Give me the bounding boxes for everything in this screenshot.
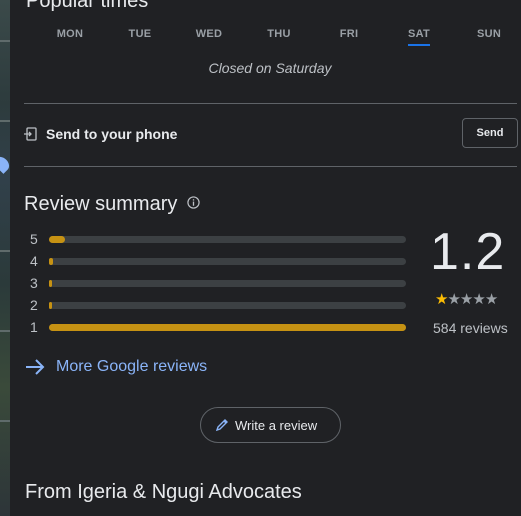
send-to-phone-row: Send to your phone Send bbox=[24, 118, 518, 150]
send-to-phone-label[interactable]: Send to your phone bbox=[46, 126, 177, 142]
map-pin-icon[interactable] bbox=[0, 154, 10, 174]
rating-bar-label: 4 bbox=[30, 253, 38, 269]
star-empty-icon: ★ bbox=[447, 291, 460, 308]
popular-times-heading: Popular times bbox=[26, 0, 149, 12]
star-empty-icon: ★ bbox=[484, 291, 498, 308]
tab-thursday[interactable]: THU bbox=[257, 28, 301, 40]
star-empty-icon: ★ bbox=[459, 291, 473, 308]
rating-bar-fill bbox=[49, 236, 65, 243]
rating-bar-fill bbox=[49, 324, 406, 331]
more-reviews-label: More Google reviews bbox=[56, 358, 208, 375]
review-summary-title: Review summary bbox=[24, 193, 178, 215]
rating-bar-row[interactable]: 3 bbox=[30, 272, 410, 294]
rating-bar-fill bbox=[49, 258, 53, 265]
map-road bbox=[0, 330, 10, 332]
star-empty-icon: ★ bbox=[472, 291, 485, 308]
map-road bbox=[0, 420, 10, 422]
rating-bar-track bbox=[49, 324, 406, 331]
rating-bar-track bbox=[49, 258, 406, 265]
rating-bar-row[interactable]: 4 bbox=[30, 250, 410, 272]
map-road bbox=[0, 40, 10, 42]
write-review-label: Write a review bbox=[235, 418, 318, 433]
average-rating: 1.2 bbox=[430, 223, 506, 281]
rating-bar-label: 5 bbox=[30, 231, 38, 247]
rating-stars: ★★★★★ bbox=[435, 290, 498, 308]
divider bbox=[24, 103, 517, 104]
divider bbox=[24, 166, 517, 167]
send-to-phone-icon bbox=[24, 127, 37, 141]
day-tabs: MON TUE WED THU FRI SAT SUN bbox=[48, 28, 518, 48]
rating-bar-row[interactable]: 5 bbox=[30, 228, 410, 250]
review-count-link[interactable]: 584 reviews bbox=[433, 320, 508, 336]
pencil-icon bbox=[215, 419, 228, 432]
rating-bar-track bbox=[49, 280, 406, 287]
rating-bar-fill bbox=[49, 302, 52, 309]
star-filled-icon: ★ bbox=[435, 291, 448, 308]
map-edge[interactable] bbox=[0, 0, 10, 516]
tab-saturday[interactable]: SAT bbox=[397, 28, 441, 46]
closed-notice: Closed on Saturday bbox=[208, 60, 332, 76]
map-road bbox=[0, 250, 10, 252]
rating-bar-row[interactable]: 2 bbox=[30, 294, 410, 316]
tab-wednesday[interactable]: WED bbox=[187, 28, 231, 40]
from-business-title: From Igeria & Ngugi Advocates bbox=[25, 481, 302, 503]
rating-bar-label: 3 bbox=[30, 275, 38, 291]
tab-tuesday[interactable]: TUE bbox=[118, 28, 162, 40]
info-icon[interactable] bbox=[187, 196, 200, 209]
tab-sunday[interactable]: SUN bbox=[467, 28, 511, 40]
map-road bbox=[0, 120, 10, 122]
rating-bar-row[interactable]: 1 bbox=[30, 316, 410, 338]
rating-bar-track bbox=[49, 236, 406, 243]
rating-bar-fill bbox=[49, 280, 52, 287]
write-review-button[interactable]: Write a review bbox=[200, 407, 341, 443]
rating-bar-label: 2 bbox=[30, 297, 38, 313]
rating-distribution: 5 4 3 2 1 bbox=[30, 228, 410, 338]
send-button[interactable]: Send bbox=[462, 118, 518, 148]
rating-bar-track bbox=[49, 302, 406, 309]
rating-bar-label: 1 bbox=[30, 319, 38, 335]
tab-monday[interactable]: MON bbox=[48, 28, 92, 40]
place-details-panel: Popular times MON TUE WED THU FRI SAT SU… bbox=[10, 0, 521, 516]
tab-friday[interactable]: FRI bbox=[327, 28, 371, 40]
arrow-right-icon bbox=[26, 359, 45, 375]
